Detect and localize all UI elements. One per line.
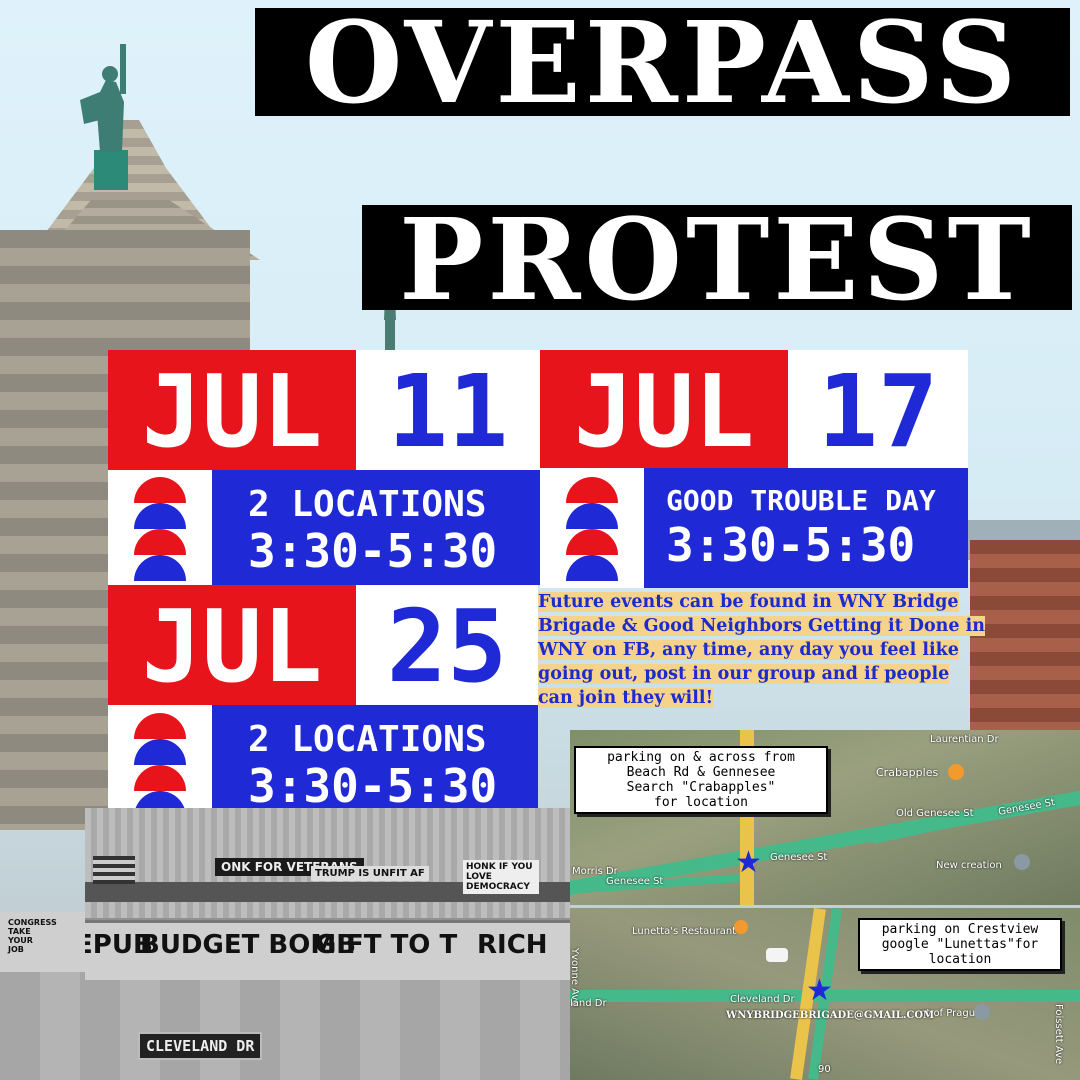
callout-line: parking on Crestview: [881, 922, 1039, 937]
overpass-wall: [0, 980, 570, 1080]
event-card-jul-17: JUL 17 GOOD TROUBLE DAY 3:30-5:30: [540, 350, 968, 588]
banner-honk: HONK IF YOU LOVE DEMOCRACY: [463, 860, 539, 894]
map-label: Cleveland Dr: [730, 994, 795, 1005]
street-sign: CLEVELAND DR: [138, 1032, 263, 1060]
star-marker-icon: ★: [735, 845, 762, 880]
map-label: New creation: [936, 860, 1002, 871]
callout-line: Search "Crabapples": [626, 780, 776, 795]
event-line-1: 2 LOCATIONS: [248, 719, 487, 760]
contact-email: WNYBRIDGEBRIGADE@GMAIL.COM: [726, 1010, 935, 1021]
banner-text: GIFT TO T: [315, 930, 458, 960]
event-month: JUL: [540, 350, 788, 468]
map-lunettas: Lunetta's Restaurant Yvonne Ave Clevelan…: [570, 908, 1080, 1080]
place-pin-icon: [974, 1004, 990, 1020]
semicircle-logo-icon: [108, 472, 212, 585]
restaurant-pin-icon: [734, 920, 748, 934]
event-day: 11: [387, 353, 509, 470]
map-label: Genesee St: [606, 876, 664, 887]
banner-text: RICH: [477, 930, 548, 960]
map-label: Genesee St: [770, 852, 828, 863]
callout-line: google "Lunettas"for: [881, 937, 1039, 952]
banner-left-panel: CONGRESS TAKE YOUR JOB: [0, 912, 85, 972]
map-label: Crabapples: [876, 766, 939, 779]
event-month: JUL: [108, 350, 356, 470]
semicircle-logo-icon: [108, 707, 212, 823]
map2-callout: parking on Crestview google "Lunettas"fo…: [858, 918, 1062, 971]
event-day: 17: [817, 353, 939, 470]
callout-line: Beach Rd & Gennesee: [626, 765, 776, 780]
event-line-1: 2 LOCATIONS: [248, 484, 487, 525]
event-info: 2 LOCATIONS 3:30-5:30: [212, 470, 540, 585]
car-icon: [766, 948, 788, 962]
title-line-1: OVERPASS: [255, 8, 1070, 120]
restaurant-pin-icon: [948, 764, 964, 780]
future-events-notice: Future events can be found in WNY Bridge…: [538, 590, 990, 710]
notice-text: Future events can be found in WNY Bridge…: [538, 592, 985, 708]
map-label: land Dr: [570, 998, 607, 1009]
event-card-jul-25: JUL 25 2 LOCATIONS 3:30-5:30: [108, 585, 538, 823]
map-label: Lunetta's Restaurant: [632, 926, 737, 937]
place-pin-icon: [1014, 854, 1030, 870]
map-label: 90: [818, 1064, 831, 1075]
map-label: Foissett Ave: [1053, 1004, 1064, 1065]
event-time: 3:30-5:30: [248, 759, 498, 813]
event-info: 2 LOCATIONS 3:30-5:30: [212, 705, 538, 823]
semicircle-logo-icon: [540, 470, 644, 588]
event-time: 3:30-5:30: [666, 518, 916, 572]
map-label: Morris Dr: [572, 866, 618, 877]
callout-line: for location: [654, 795, 748, 810]
event-line-1: GOOD TROUBLE DAY: [666, 484, 936, 517]
map-label: Laurentian Dr: [930, 734, 999, 745]
statue-image: [80, 44, 128, 190]
overpass-wall-left: [0, 972, 85, 1080]
map-crabapples: Laurentian Dr Crabapples Old Genesee St …: [570, 730, 1080, 905]
banner-small: CONGRESS TAKE YOUR JOB: [8, 918, 57, 954]
map-label: Old Genesee St: [896, 808, 974, 819]
star-marker-icon: ★: [806, 973, 833, 1008]
title-line-2: PROTEST: [362, 205, 1072, 317]
banner-trump: TRUMP IS UNFIT AF: [311, 866, 429, 881]
event-card-jul-11: JUL 11 2 LOCATIONS 3:30-5:30: [108, 350, 540, 585]
event-day: 25: [386, 588, 508, 705]
flag-image: [93, 856, 135, 884]
callout-line: parking on & across from: [607, 750, 795, 765]
event-time: 3:30-5:30: [248, 524, 498, 578]
event-info: GOOD TROUBLE DAY 3:30-5:30: [644, 468, 968, 588]
map1-callout: parking on & across from Beach Rd & Genn…: [574, 746, 828, 814]
event-month: JUL: [108, 585, 356, 705]
callout-line: location: [928, 952, 992, 967]
